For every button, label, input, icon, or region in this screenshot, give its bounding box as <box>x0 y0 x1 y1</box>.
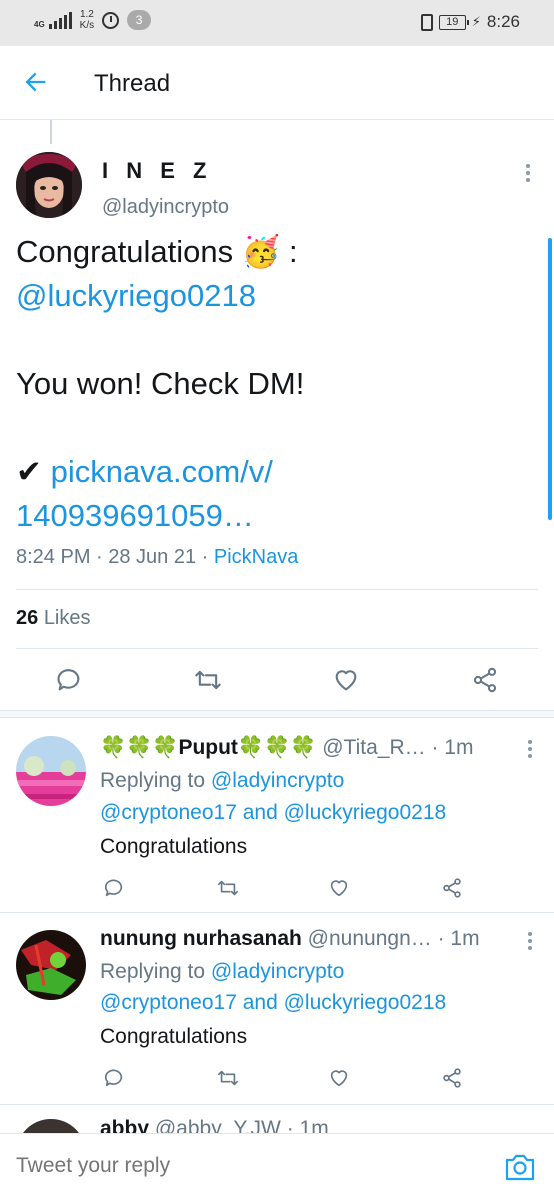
replying-to-line: Replying to @ladyincrypto <box>100 960 345 983</box>
like-icon[interactable] <box>332 666 360 694</box>
reply-tweet[interactable]: abby @abby_Y.JW · 1m <box>0 1105 554 1133</box>
avatar[interactable] <box>16 152 82 218</box>
reply-author-name[interactable]: nunung nurhasanah <box>100 927 302 950</box>
reply-author-handle[interactable]: @Tita_R… <box>322 736 425 759</box>
section-separator <box>0 710 554 718</box>
charging-icon: ⚡ <box>471 14 481 29</box>
battery-icon: 19 <box>438 14 469 30</box>
mention-link[interactable]: @ladyincrypto <box>211 769 344 792</box>
divider <box>16 589 538 590</box>
author-handle[interactable]: @ladyincrypto <box>102 196 229 219</box>
author-name[interactable]: I N E Z <box>102 158 212 184</box>
reply-tweet[interactable]: nunung nurhasanah @nunungn… · 1m Replyin… <box>0 913 554 1105</box>
reply-tweet[interactable]: 🍀🍀🍀Puput🍀🍀🍀 @Tita_R… · 1m Replying to @l… <box>0 718 554 913</box>
signal-icon: 4G <box>34 11 72 29</box>
share-icon[interactable] <box>441 1067 463 1089</box>
url-link-continued[interactable]: 140939691059… <box>16 498 254 533</box>
reply-composer <box>0 1133 554 1200</box>
camera-icon[interactable] <box>504 1152 536 1182</box>
tweet-actions <box>0 662 554 698</box>
reply-icon[interactable] <box>103 877 125 899</box>
url-link[interactable]: picknava.com/v/ <box>51 454 273 489</box>
reply-age: · 1m <box>280 1117 329 1133</box>
reply-author-handle[interactable]: @nunungn… <box>308 927 432 950</box>
tweet-body: Congratulations 🥳 : @luckyriego0218 You … <box>16 234 305 533</box>
clock: 8:26 <box>486 12 520 31</box>
reply-author-name[interactable]: abby <box>100 1117 149 1133</box>
source-link[interactable]: PickNava <box>214 546 298 568</box>
reply-icon[interactable] <box>55 666 83 694</box>
reply-text: Congratulations <box>100 835 248 858</box>
more-options-icon[interactable] <box>524 932 536 954</box>
notification-count-badge: 3 <box>127 10 152 30</box>
like-icon[interactable] <box>328 877 350 899</box>
likes-count[interactable]: 26 Likes <box>16 607 91 630</box>
check-mark-icon: ✔ <box>16 454 42 489</box>
retweet-icon[interactable] <box>194 666 222 694</box>
more-options-icon[interactable] <box>524 740 536 762</box>
retweet-icon[interactable] <box>217 877 239 899</box>
avatar[interactable] <box>16 1119 86 1133</box>
alarm-icon <box>102 11 120 29</box>
tweet-metadata: 8:24 PM · 28 Jun 21 · PickNava <box>16 546 299 568</box>
thread-connector-line <box>50 120 52 144</box>
scrollbar[interactable] <box>548 238 552 520</box>
reply-text: Congratulations <box>100 1025 248 1048</box>
share-icon[interactable] <box>441 877 463 899</box>
like-icon[interactable] <box>328 1067 350 1089</box>
mention-link[interactable]: @cryptoneo17 and @luckyriego0218 <box>100 801 446 824</box>
reply-age: · 1m <box>425 736 474 759</box>
tweet-reply-input[interactable] <box>16 1154 476 1178</box>
mention-link[interactable]: @ladyincrypto <box>211 960 344 983</box>
top-app-bar: Thread <box>0 46 554 120</box>
avatar[interactable] <box>16 736 86 806</box>
reply-author-handle[interactable]: @abby_Y.JW <box>155 1117 281 1133</box>
reply-icon[interactable] <box>103 1067 125 1089</box>
retweet-icon[interactable] <box>217 1067 239 1089</box>
network-speed: 1.2 K/s <box>79 9 95 31</box>
vibrate-icon <box>420 13 433 31</box>
share-icon[interactable] <box>471 666 499 694</box>
mention-link[interactable]: @luckyriego0218 <box>16 278 256 313</box>
back-arrow-icon[interactable] <box>22 68 52 98</box>
status-bar: 4G 1.2 K/s 3 19 ⚡ 8:26 <box>0 0 554 46</box>
more-options-icon[interactable] <box>522 164 534 186</box>
mention-link[interactable]: @cryptoneo17 and @luckyriego0218 <box>100 991 446 1014</box>
avatar[interactable] <box>16 930 86 1000</box>
divider <box>16 648 538 649</box>
reply-age: · 1m <box>431 927 480 950</box>
page-title: Thread <box>94 70 171 97</box>
replying-to-line: Replying to @ladyincrypto <box>100 769 345 792</box>
reply-author-name[interactable]: 🍀🍀🍀Puput🍀🍀🍀 <box>100 736 316 759</box>
